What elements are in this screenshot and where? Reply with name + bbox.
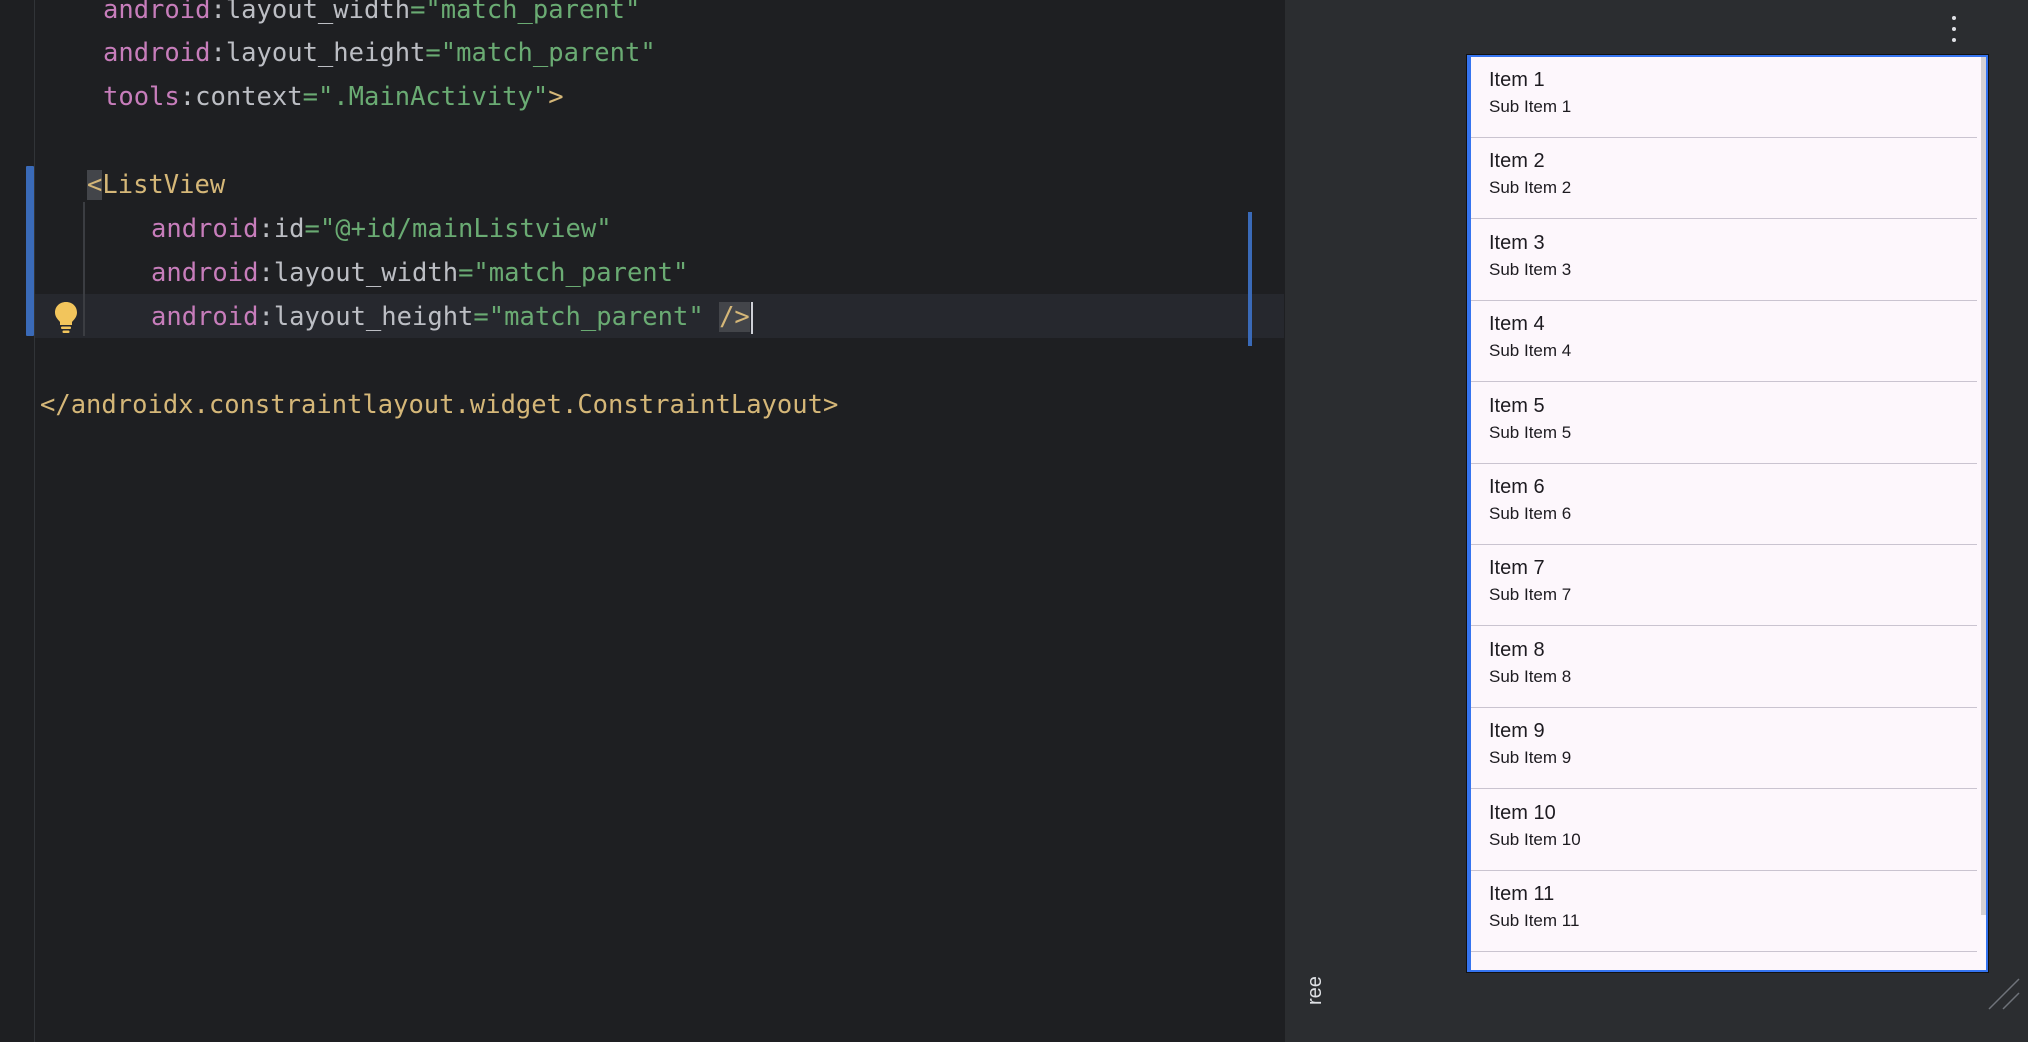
list-item[interactable]: Item 11 Sub Item 11 <box>1469 871 1977 952</box>
list-item[interactable]: Item 6 Sub Item 6 <box>1469 464 1977 545</box>
kebab-menu-icon[interactable] <box>1948 14 1960 44</box>
list-item[interactable]: Item 4 Sub Item 4 <box>1469 301 1977 383</box>
list-item[interactable]: Item 10 Sub Item 10 <box>1469 790 1977 871</box>
list-item-title: Item 3 <box>1489 231 1545 254</box>
xml-namespace: tools <box>103 82 180 112</box>
list-item-title: Item 5 <box>1489 394 1545 417</box>
list-item-title: Item 7 <box>1489 557 1545 580</box>
list-item-subtitle: Sub Item 6 <box>1489 504 1572 523</box>
scrollbar-thumb[interactable] <box>1981 57 1986 915</box>
xml-equals: = <box>304 214 320 244</box>
vcs-change-marker[interactable] <box>26 166 34 336</box>
xml-closing-tag: </androidx.constraintlayout.widget.Const… <box>40 390 839 420</box>
list-item-title: Item 10 <box>1489 801 1556 824</box>
list-item-subtitle: Sub Item 5 <box>1489 422 1572 442</box>
xml-attribute: :layout_height <box>210 38 426 68</box>
list-item-subtitle: Sub Item 1 <box>1489 97 1572 116</box>
list-item[interactable]: Item 9 Sub Item 9 <box>1469 708 1977 790</box>
list-item-subtitle: Sub Item 10 <box>1489 829 1581 849</box>
xml-attribute: :layout_height <box>258 302 474 332</box>
list-item-title: Item 2 <box>1489 150 1545 173</box>
xml-equals: = <box>473 302 489 332</box>
list-item-title: Item 9 <box>1489 720 1545 743</box>
xml-attribute: :layout_width <box>210 0 411 25</box>
scroll-change-marker[interactable] <box>1248 212 1252 346</box>
xml-namespace: android <box>103 0 211 25</box>
code-line[interactable]: android:layout_width="match_parent" <box>103 0 640 32</box>
xml-string: "match_parent" <box>473 258 689 288</box>
xml-equals: = <box>410 0 426 25</box>
xml-tag-name: ListView <box>102 170 226 200</box>
code-line[interactable]: android:id="@+id/mainListview" <box>151 207 612 251</box>
code-line[interactable]: android:layout_height="match_parent" <box>103 31 656 75</box>
xml-namespace: android <box>151 302 259 332</box>
device-preview-frame[interactable]: Item 1 Sub Item 1 Item 2 Sub Item 2 Item 3 Su… <box>1467 55 1988 972</box>
list-item[interactable]: Item 5 Sub Item 5 <box>1469 383 1977 464</box>
xml-string: "match_parent" <box>425 0 641 25</box>
xml-equals: = <box>458 258 474 288</box>
list-item-subtitle: Sub Item 7 <box>1489 585 1572 605</box>
list-item-subtitle: Sub Item 8 <box>1489 666 1572 686</box>
list-item[interactable]: Item 2 Sub Item 2 <box>1469 138 1977 220</box>
xml-equals: = <box>425 38 441 68</box>
list-item[interactable]: Item 3 Sub Item 3 <box>1469 220 1977 301</box>
xml-tag-end: > <box>548 82 564 112</box>
list-item[interactable]: Item 7 Sub Item 7 <box>1469 545 1977 627</box>
list-item[interactable]: Item 1 Sub Item 1 <box>1469 57 1977 138</box>
xml-equals: = <box>302 82 318 112</box>
xml-attribute: :context <box>179 82 303 112</box>
indent-guide <box>83 202 85 336</box>
xml-string: "match_parent" <box>488 302 704 332</box>
xml-self-close: /> <box>719 302 750 332</box>
scrollbar-track <box>1980 57 1986 970</box>
list-item-subtitle: Sub Item 3 <box>1489 259 1572 279</box>
xml-namespace: android <box>151 214 259 244</box>
list-item[interactable]: Item 8 Sub Item 8 <box>1469 627 1977 708</box>
list-item-title: Item 4 <box>1489 313 1545 336</box>
list-item-title: Item 11 <box>1489 883 1555 905</box>
code-line[interactable]: android:layout_width="match_parent" <box>151 251 688 295</box>
code-editor[interactable]: android:layout_width="match_parent" andr… <box>0 0 1284 1042</box>
tool-window-tab-label[interactable]: ree <box>1304 976 1327 1005</box>
gutter-divider <box>34 0 35 1042</box>
xml-string: ".MainActivity" <box>317 82 549 112</box>
xml-string: "match_parent" <box>440 38 656 68</box>
xml-namespace: android <box>103 38 211 68</box>
list-item[interactable] <box>1469 952 1977 970</box>
list-item-subtitle: Sub Item 4 <box>1489 341 1572 361</box>
xml-attribute: :id <box>258 214 305 244</box>
xml-string: "@+id/mainListview" <box>319 214 612 244</box>
list-item-subtitle: Sub Item 9 <box>1489 748 1572 768</box>
xml-attribute: :layout_width <box>258 258 459 288</box>
resize-handle-icon[interactable] <box>1985 975 2021 1011</box>
xml-open-bracket: < <box>87 170 103 200</box>
code-line[interactable]: </androidx.constraintlayout.widget.Const… <box>40 383 838 427</box>
list-item-title: Item 6 <box>1489 476 1545 498</box>
code-line[interactable]: <ListView <box>87 163 225 207</box>
list-item-subtitle: Sub Item 2 <box>1489 178 1572 198</box>
tool-window-strip <box>1284 0 1336 1042</box>
xml-namespace: android <box>151 258 259 288</box>
text-caret <box>750 302 753 334</box>
list-item-title: Item 1 <box>1489 69 1545 91</box>
lightbulb-icon[interactable] <box>53 300 79 334</box>
code-line[interactable]: tools:context=".MainActivity"> <box>103 75 564 119</box>
code-line[interactable]: android:layout_height="match_parent" /> <box>151 295 753 339</box>
list-item-title: Item 8 <box>1489 638 1545 661</box>
list-item-subtitle: Sub Item 11 <box>1489 911 1580 930</box>
